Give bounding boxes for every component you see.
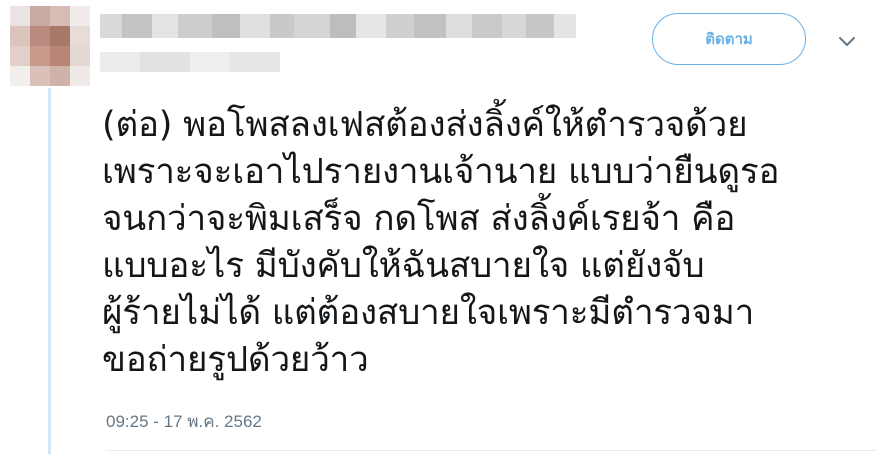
thread-line: [48, 88, 51, 454]
tweet-text-line: เพราะจะเอาไปรายงานเจ้านาย แบบว่ายืนดูรอ: [102, 152, 780, 192]
tweet-text-line: ขอถ่ายรูปด้วยว้าว: [102, 340, 369, 380]
tweet-text: (ต่อ) พอโพสลงเฟสต้องส่งลิ้งค์ให้ตำรวจด้ว…: [102, 102, 872, 384]
username-redacted[interactable]: [100, 52, 280, 72]
avatar[interactable]: [10, 6, 90, 86]
display-name-redacted[interactable]: [100, 12, 576, 40]
tweet-timestamp[interactable]: 09:25 - 17 พ.ค. 2562: [106, 408, 262, 435]
tweet-text-line: ผู้ร้ายไม่ได้ แต่ต้องสบายใจเพราะมีตำรวจม…: [102, 293, 755, 333]
follow-button[interactable]: ติดตาม: [652, 13, 806, 65]
chevron-down-icon[interactable]: [836, 30, 858, 52]
tweet-text-line: จนกว่าจะพิมเสร็จ กดโพส ส่งลิ้งค์เรยจ้า ค…: [102, 199, 736, 239]
tweet-text-line: แบบอะไร มีบังคับให้ฉันสบายใจ แต่ยังจับ: [102, 246, 705, 286]
tweet-card: ติดตาม (ต่อ) พอโพสลงเฟสต้องส่งลิ้งค์ให้ต…: [0, 0, 883, 454]
tweet-text-line: (ต่อ) พอโพสลงเฟสต้องส่งลิ้งค์ให้ตำรวจด้ว…: [102, 105, 748, 145]
divider: [106, 450, 876, 451]
